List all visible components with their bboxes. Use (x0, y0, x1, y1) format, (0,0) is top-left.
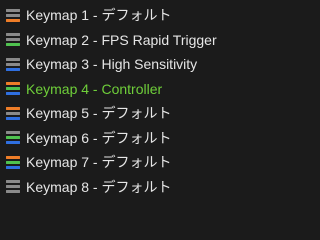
color-bar (6, 92, 20, 96)
color-bar (6, 160, 20, 164)
keymap-item-3[interactable]: Keymap 3 - High Sensitivity (0, 52, 227, 77)
keymap-label: Keymap 1 - デフォルト (26, 7, 172, 24)
color-bar (6, 18, 20, 22)
color-bar (6, 106, 20, 110)
keymap-item-4[interactable]: Keymap 4 - Controller (0, 77, 227, 102)
keymap-item-5[interactable]: Keymap 5 - デフォルト (0, 101, 227, 126)
keymap-item-6[interactable]: Keymap 6 - デフォルト (0, 126, 227, 151)
keymap-color-icon (6, 8, 20, 22)
color-bar (6, 155, 20, 159)
color-bar (6, 13, 20, 17)
color-bar (6, 111, 20, 115)
color-bar (6, 8, 20, 12)
keymap-label: Keymap 6 - デフォルト (26, 129, 172, 146)
color-bar (6, 62, 20, 66)
keymap-label: Keymap 3 - High Sensitivity (26, 56, 198, 73)
keymap-label: Keymap 2 - FPS Rapid Trigger (26, 31, 217, 48)
color-bar (6, 131, 20, 135)
color-bar (6, 116, 20, 120)
keymap-item-2[interactable]: Keymap 2 - FPS Rapid Trigger (0, 28, 227, 53)
color-bar (6, 87, 20, 91)
keymap-color-icon (6, 33, 20, 47)
color-bar (6, 82, 20, 86)
keymap-color-icon (6, 155, 20, 169)
color-bar (6, 43, 20, 47)
keymap-label: Keymap 8 - デフォルト (26, 178, 172, 195)
keymap-menu: Keymap 1 - デフォルト Keymap 2 - FPS Rapid Tr… (0, 0, 227, 201)
keymap-item-7[interactable]: Keymap 7 - デフォルト (0, 150, 227, 175)
keymap-item-1[interactable]: Keymap 1 - デフォルト (0, 3, 227, 28)
color-bar (6, 180, 20, 184)
color-bar (6, 136, 20, 140)
keymap-color-icon (6, 57, 20, 71)
keymap-label: Keymap 5 - デフォルト (26, 105, 172, 122)
color-bar (6, 165, 20, 169)
color-bar (6, 190, 20, 194)
keymap-color-icon (6, 131, 20, 145)
keymap-label: Keymap 4 - Controller (26, 80, 163, 97)
color-bar (6, 141, 20, 145)
color-bar (6, 33, 20, 37)
keymap-color-icon (6, 180, 20, 194)
keymap-color-icon (6, 82, 20, 96)
color-bar (6, 67, 20, 71)
keymap-item-8[interactable]: Keymap 8 - デフォルト (0, 175, 227, 200)
color-bar (6, 185, 20, 189)
color-bar (6, 57, 20, 61)
keymap-label: Keymap 7 - デフォルト (26, 154, 172, 171)
keymap-color-icon (6, 106, 20, 120)
color-bar (6, 38, 20, 42)
